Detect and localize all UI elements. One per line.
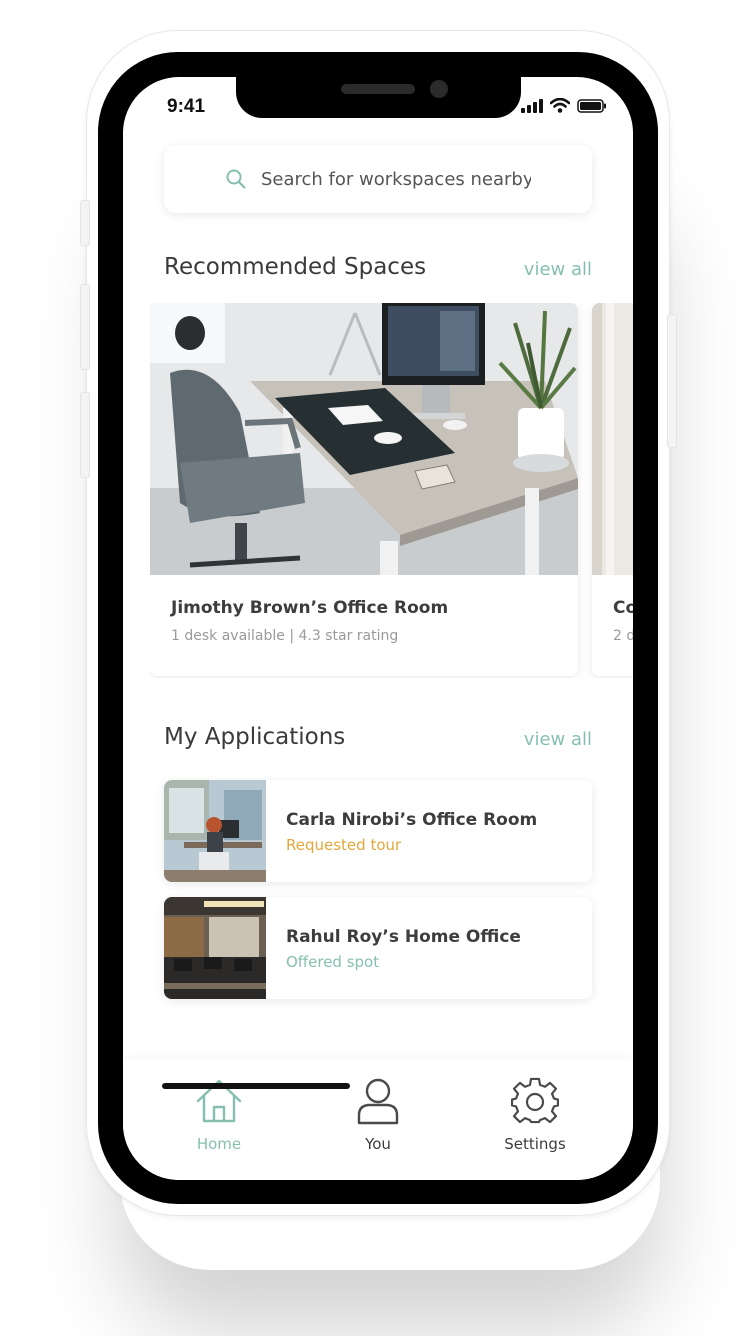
search-input[interactable] <box>261 168 531 190</box>
front-camera <box>430 80 448 98</box>
phone-screen: 9:41 Search for workspaces nearby Recomm… <box>123 77 633 1180</box>
phone-side-button <box>80 392 90 478</box>
applications-view-all-link[interactable]: view all <box>524 729 592 750</box>
space-card-title: Co <box>613 598 633 618</box>
home-indicator[interactable] <box>162 1083 350 1089</box>
phone-side-button <box>80 284 90 370</box>
recommended-view-all-link[interactable]: view all <box>524 259 592 280</box>
tab-you-label: You <box>365 1135 391 1153</box>
office-photo <box>592 303 633 575</box>
signal-icon <box>521 98 543 113</box>
application-title: Rahul Roy’s Home Office <box>286 927 521 947</box>
tab-home-label: Home <box>196 1135 242 1153</box>
space-card-subtitle: 2 d <box>613 628 633 644</box>
status-icons <box>521 98 607 113</box>
phone-side-button <box>667 314 677 448</box>
application-item[interactable]: Rahul Roy’s Home Office Offered spot <box>164 897 592 999</box>
gear-icon <box>510 1077 560 1124</box>
tab-settings-label: Settings <box>504 1135 566 1153</box>
tab-bar: Home You Settings <box>123 1059 633 1180</box>
battery-icon <box>577 98 606 113</box>
application-status: Requested tour <box>286 836 402 854</box>
office-photo <box>150 303 578 575</box>
phone-notch <box>236 77 521 118</box>
space-card-subtitle: 1 desk available | 4.3 star rating <box>171 628 399 644</box>
speaker-grille <box>341 84 415 94</box>
recommended-title: Recommended Spaces <box>164 254 427 280</box>
applications-title: My Applications <box>164 724 346 750</box>
application-item[interactable]: Carla Nirobi’s Office Room Requested tou… <box>164 780 592 882</box>
office-thumbnail <box>164 897 266 999</box>
space-card-title: Jimothy Brown’s Office Room <box>171 598 449 618</box>
office-thumbnail <box>164 780 266 882</box>
tab-settings[interactable]: Settings <box>475 1077 595 1153</box>
search-icon <box>226 169 246 189</box>
mockup-stage: 9:41 Search for workspaces nearby Recomm… <box>0 0 754 1336</box>
user-icon <box>357 1078 399 1125</box>
recommended-carousel[interactable]: Jimothy Brown’s Office Room 1 desk avail… <box>150 303 633 678</box>
space-card[interactable]: Jimothy Brown’s Office Room 1 desk avail… <box>150 303 578 676</box>
wifi-icon <box>550 98 570 113</box>
status-time: 9:41 <box>167 96 206 117</box>
space-card[interactable]: Co 2 d <box>592 303 633 676</box>
application-title: Carla Nirobi’s Office Room <box>286 810 538 830</box>
phone-side-button <box>80 200 90 246</box>
search-bar[interactable] <box>164 145 592 213</box>
application-status: Offered spot <box>286 953 380 971</box>
